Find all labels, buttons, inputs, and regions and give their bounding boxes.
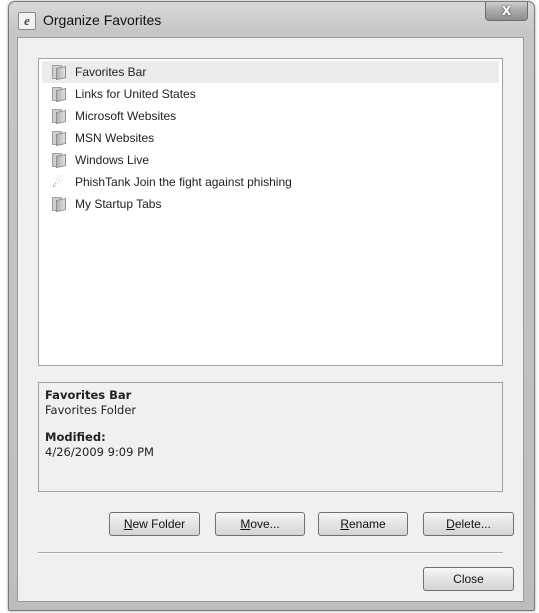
list-item[interactable]: ☄ PhishTank Join the fight against phishi… bbox=[42, 171, 499, 193]
organize-favorites-window: e Organize Favorites X Favorites Bar Lin… bbox=[8, 1, 535, 611]
folder-icon bbox=[52, 87, 66, 103]
list-item[interactable]: Favorites Bar bbox=[42, 61, 499, 83]
delete-button[interactable]: Delete... bbox=[423, 512, 514, 536]
list-item[interactable]: Windows Live bbox=[42, 149, 499, 171]
list-item-label: Microsoft Websites bbox=[75, 109, 177, 123]
rename-hotkey: R bbox=[340, 517, 349, 531]
list-item-label: Links for United States bbox=[75, 87, 196, 101]
delete-hotkey: D bbox=[446, 517, 455, 531]
new-folder-label: ew Folder bbox=[132, 517, 186, 531]
move-button[interactable]: Move... bbox=[215, 512, 305, 536]
title-bar[interactable]: e Organize Favorites X bbox=[9, 2, 534, 38]
separator bbox=[38, 552, 503, 554]
internet-explorer-icon: e bbox=[18, 12, 36, 30]
close-window-button[interactable]: X bbox=[485, 2, 528, 21]
list-item-label: My Startup Tabs bbox=[75, 197, 162, 211]
close-icon: X bbox=[501, 4, 512, 18]
details-modified-label: Modified: bbox=[45, 430, 106, 444]
list-item[interactable]: MSN Websites bbox=[42, 127, 499, 149]
folder-icon bbox=[52, 65, 66, 81]
folder-icon bbox=[52, 153, 66, 169]
rename-button[interactable]: Rename bbox=[318, 512, 408, 536]
move-label: ove... bbox=[250, 517, 280, 531]
list-item[interactable]: Microsoft Websites bbox=[42, 105, 499, 127]
close-button[interactable]: Close bbox=[423, 567, 514, 591]
details-panel: Favorites Bar Favorites Folder Modified:… bbox=[38, 382, 503, 492]
list-item-label: PhishTank Join the fight against phishin… bbox=[75, 175, 292, 189]
folder-icon bbox=[52, 109, 66, 125]
list-item[interactable]: My Startup Tabs bbox=[42, 193, 499, 215]
details-item-name: Favorites Bar bbox=[45, 388, 132, 402]
delete-label: elete... bbox=[454, 517, 491, 531]
window-title: Organize Favorites bbox=[43, 12, 162, 28]
details-item-type: Favorites Folder bbox=[45, 403, 137, 417]
link-icon: ☄ bbox=[52, 175, 64, 190]
list-item[interactable]: Links for United States bbox=[42, 83, 499, 105]
rename-label: ename bbox=[348, 517, 386, 531]
folder-icon bbox=[52, 131, 66, 147]
favorites-list[interactable]: Favorites Bar Links for United States Mi… bbox=[38, 58, 503, 366]
close-label: Close bbox=[453, 572, 484, 586]
list-item-label: MSN Websites bbox=[75, 131, 155, 145]
dialog-body: Favorites Bar Links for United States Mi… bbox=[17, 37, 524, 602]
folder-icon bbox=[52, 197, 66, 213]
list-item-label: Favorites Bar bbox=[75, 65, 147, 79]
move-hotkey: M bbox=[240, 517, 251, 531]
list-item-label: Windows Live bbox=[75, 153, 150, 167]
new-folder-button[interactable]: New Folder bbox=[109, 512, 200, 536]
details-modified-value: 4/26/2009 9:09 PM bbox=[45, 445, 154, 459]
